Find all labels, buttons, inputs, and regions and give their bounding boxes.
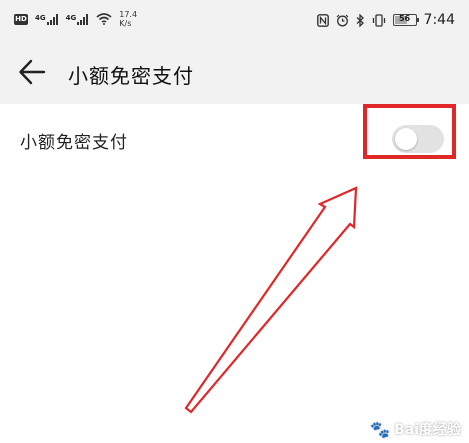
signal-2: 4G bbox=[65, 13, 90, 25]
speed-unit: K/s bbox=[119, 19, 132, 28]
bluetooth-icon bbox=[356, 13, 364, 27]
alarm-icon bbox=[336, 14, 348, 26]
network-speed: 17.4 K/s bbox=[119, 10, 137, 28]
wifi-icon bbox=[96, 13, 112, 25]
status-left: HD 4G 4G 17.4 K/s bbox=[14, 10, 137, 28]
page-title: 小额免密支付 bbox=[68, 64, 194, 88]
paw-icon: 🐾 bbox=[370, 419, 391, 439]
signal-1: 4G bbox=[35, 13, 59, 25]
nfc-icon bbox=[316, 13, 329, 27]
watermark-text: Bai度经验 bbox=[394, 422, 461, 438]
network-type-label: 4G bbox=[35, 13, 46, 22]
back-button[interactable] bbox=[18, 59, 50, 87]
battery-icon: 56 bbox=[392, 14, 419, 26]
status-right: 56 7:44 bbox=[316, 12, 455, 28]
signal-bars-icon bbox=[77, 13, 89, 25]
small-payment-toggle[interactable] bbox=[392, 125, 444, 153]
arrow-left-icon bbox=[19, 59, 46, 85]
battery-level: 56 bbox=[398, 14, 411, 23]
app-bar: 小额免密支付 bbox=[0, 40, 469, 104]
network-type-label: 4G bbox=[65, 13, 77, 22]
toggle-knob bbox=[395, 128, 417, 150]
signal-bars-icon bbox=[46, 13, 58, 25]
status-time: 7:44 bbox=[423, 12, 455, 28]
setting-label: 小额免密支付 bbox=[20, 133, 128, 153]
speed-value: 17.4 bbox=[119, 10, 138, 19]
hd-icon: HD bbox=[14, 13, 28, 25]
status-bar: HD 4G 4G 17.4 K/s 56 7:44 bbox=[0, 0, 469, 40]
vibrate-icon bbox=[372, 13, 385, 27]
watermark: 🐾 Bai度经验 bbox=[370, 419, 461, 439]
